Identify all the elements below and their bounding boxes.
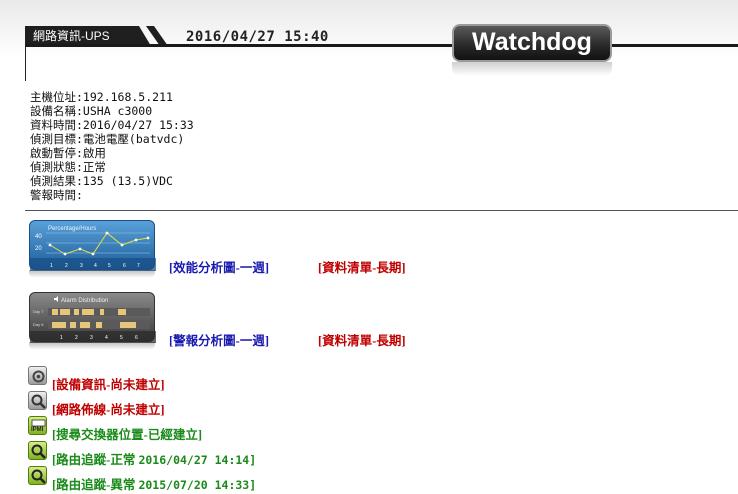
alarm-xtick-4: 4 [105, 335, 108, 341]
perf-xtick-6: 6 [123, 263, 126, 269]
perf-xtick-3: 3 [80, 263, 83, 269]
perf-xtick-5: 5 [108, 263, 111, 269]
perf-xtick-1: 1 [50, 263, 53, 269]
route-trace-abnormal-time: 2015/07/20 14:33] [138, 478, 257, 492]
perf-ytick-20: 20 [35, 246, 42, 252]
perf-thumb-shadow [29, 270, 155, 278]
alarm-xtick-5: 5 [120, 335, 123, 341]
info-result: 偵測結果:135 (13.5)VDC [30, 174, 173, 188]
alarm-data-list-link[interactable]: [資料清單-長期] [318, 330, 406, 349]
alarm-row-day7: Day 7 [33, 309, 44, 314]
info-data-time: 資料時間:2016/04/27 15:33 [30, 118, 194, 132]
alarm-xtick-1: 1 [60, 335, 63, 341]
alarm-xtick-3: 3 [90, 335, 93, 341]
perf-chart-week-link[interactable]: [效能分析圖-一週] [169, 257, 269, 276]
route-trace-normal-time: 2016/04/27 14:14] [138, 453, 257, 467]
speaker-icon [54, 296, 58, 302]
performance-chart-graphic: Percentage/Hours 40 20 1 2 3 4 5 6 7 [30, 226, 156, 271]
header-rule [25, 44, 738, 47]
ipmi-icon-label: IPMI [31, 427, 44, 433]
device-info-block: 主機位址:192.168.5.211 設備名稱:USHA c3000 資料時間:… [30, 90, 194, 202]
info-target: 偵測目標:電池電壓(batvdc) [30, 132, 185, 146]
perf-ytick-40: 40 [35, 234, 42, 240]
info-device-name: 設備名稱:USHA c3000 [30, 104, 153, 118]
info-alarm-time: 警報時間: [30, 188, 83, 202]
current-datetime: 2016/04/27 15:40 [186, 29, 329, 45]
alarm-chart-title: Alarm Distribution [61, 298, 108, 304]
route-trace-normal-label: [路由追蹤-正常 [52, 453, 136, 467]
section-divider [25, 210, 738, 211]
gear-icon[interactable] [28, 366, 47, 385]
alarm-xtick-2: 2 [75, 335, 78, 341]
info-host-address: 主機位址:192.168.5.211 [30, 90, 173, 104]
network-wiring-link[interactable]: [網路佈線-尚未建立] [52, 399, 165, 418]
info-status: 偵測狀態:正常 [30, 160, 106, 174]
watchdog-logo: Watchdog [452, 24, 612, 62]
magnifier-icon[interactable] [28, 391, 47, 410]
alarm-chart-graphic: Alarm Distribution Day 7 Day 6 1 2 3 4 5… [30, 296, 156, 343]
switch-location-link[interactable]: [搜尋交換器位置-已經建立] [52, 424, 202, 443]
alarm-thumb-shadow [29, 342, 155, 350]
route-trace-normal-link[interactable]: [路由追蹤-正常 2016/04/27 14:14] [52, 449, 256, 468]
route-trace-icon[interactable] [28, 441, 47, 460]
route-trace-abnormal-label: [路由追蹤-異常 [52, 478, 136, 492]
alarm-chart-thumbnail[interactable]: Alarm Distribution Day 7 Day 6 1 2 3 4 5… [29, 292, 156, 343]
left-rule [25, 47, 26, 81]
performance-chart-thumbnail[interactable]: Percentage/Hours 40 20 1 2 3 4 5 6 7 [29, 220, 156, 271]
ipmi-icon[interactable]: IPMI [28, 416, 47, 435]
alarm-chart-week-link[interactable]: [警報分析圖-一週] [169, 330, 269, 349]
perf-chart-title: Percentage/Hours [48, 226, 96, 232]
perf-data-list-link[interactable]: [資料清單-長期] [318, 257, 406, 276]
alarm-row-day6: Day 6 [33, 322, 44, 327]
perf-xtick-4: 4 [94, 263, 97, 269]
info-enabled: 啟動暫停:啟用 [30, 146, 106, 160]
route-trace-abnormal-link[interactable]: [路由追蹤-異常 2015/07/20 14:33] [52, 474, 256, 493]
alarm-xtick-6: 6 [135, 335, 138, 341]
tab-network-info-ups[interactable]: 網路資訊-UPS [25, 26, 151, 46]
perf-xtick-2: 2 [65, 263, 68, 269]
logo-reflection [452, 62, 612, 76]
route-trace-icon[interactable] [28, 466, 47, 485]
perf-xtick-7: 7 [137, 263, 140, 269]
device-info-link[interactable]: [設備資訊-尚未建立] [52, 374, 165, 393]
